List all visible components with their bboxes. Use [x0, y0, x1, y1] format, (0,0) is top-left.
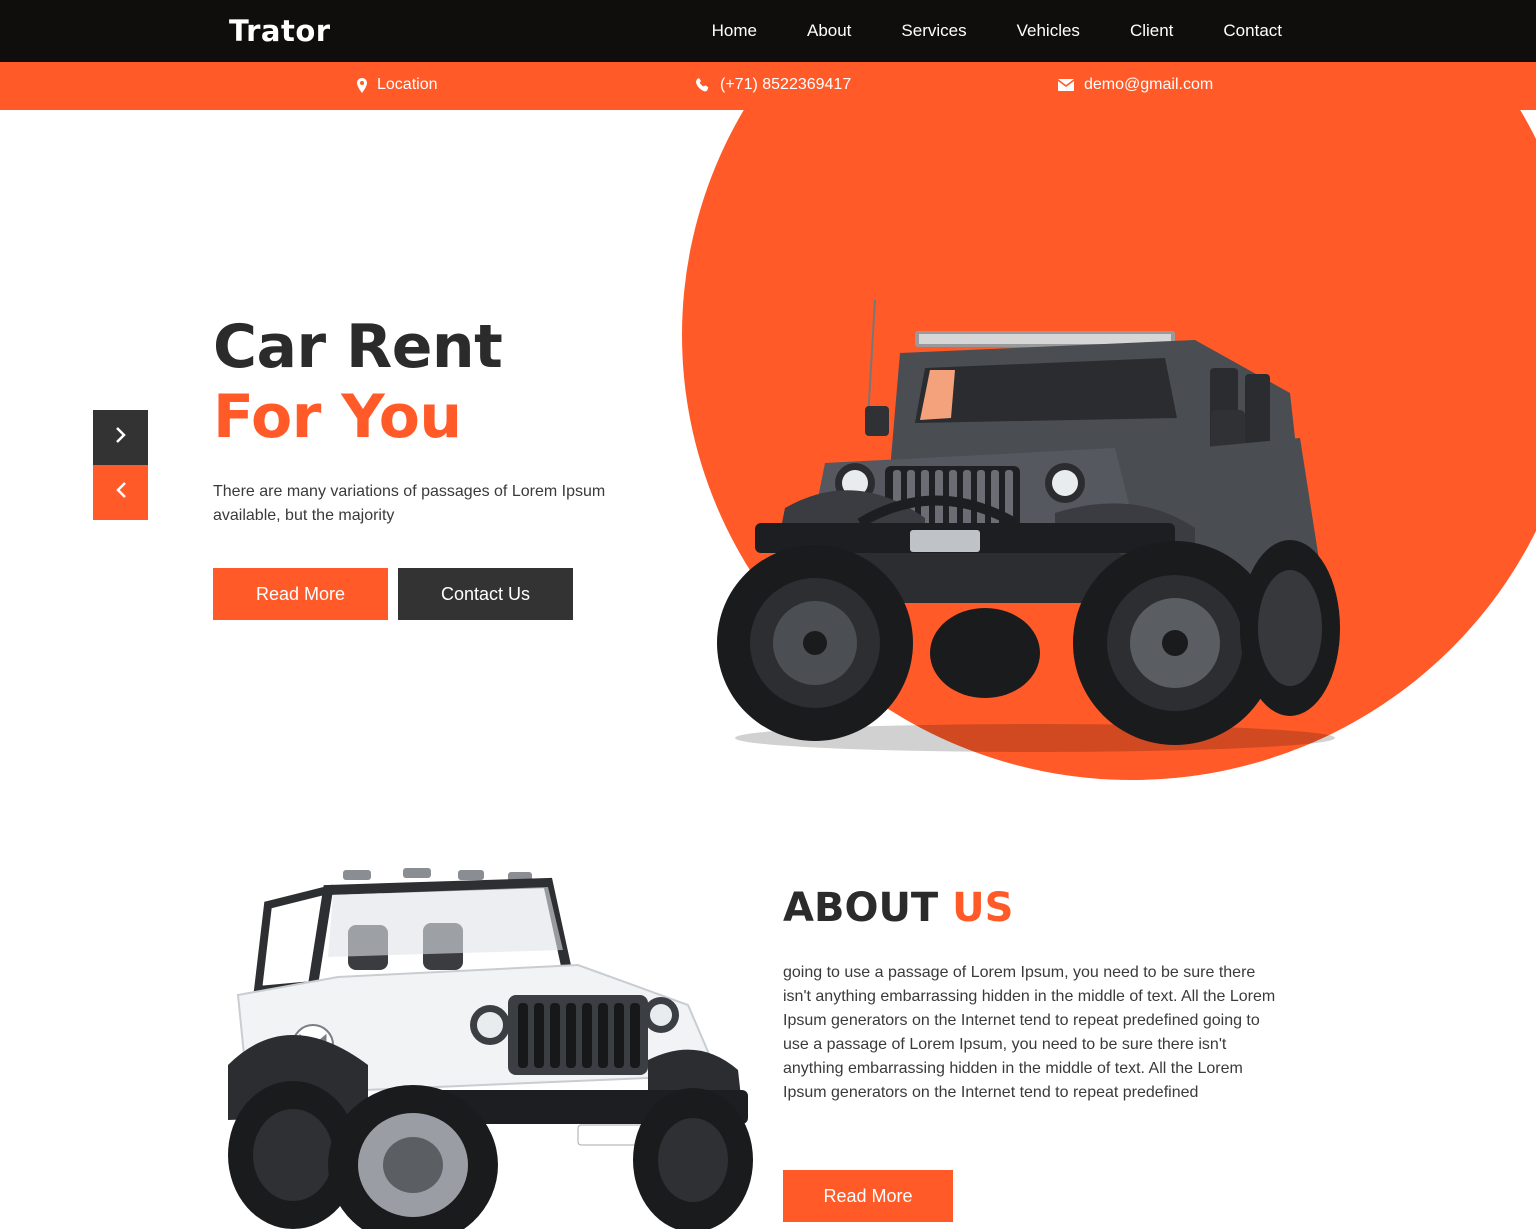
slider-prev-button[interactable] [93, 465, 148, 520]
phone-icon [696, 78, 710, 92]
about-car-image [228, 868, 753, 1229]
chevron-right-icon [115, 426, 127, 449]
nav-home[interactable]: Home [712, 21, 757, 41]
nav-contact[interactable]: Contact [1223, 21, 1282, 41]
email-info[interactable]: demo@gmail.com [1058, 76, 1213, 94]
nav-client[interactable]: Client [1130, 21, 1173, 41]
nav-about[interactable]: About [807, 21, 851, 41]
map-marker-icon [357, 77, 367, 93]
about-description: going to use a passage of Lorem Ipsum, y… [783, 964, 1276, 1101]
hero-contact-us-button[interactable]: Contact Us [398, 568, 573, 620]
about-read-more-button[interactable]: Read More [783, 1170, 953, 1222]
site-header: Trator Home About Services Vehicles Clie… [0, 0, 1536, 62]
about-title: ABOUT US [783, 885, 1013, 931]
hero-title-line1: Car Rent [213, 312, 503, 382]
location-info[interactable]: Location [357, 76, 438, 94]
location-text: Location [377, 76, 438, 93]
logo[interactable]: Trator [229, 14, 331, 48]
hero-read-more-button[interactable]: Read More [213, 568, 388, 620]
main-nav: Home About Services Vehicles Client Cont… [712, 21, 1282, 41]
phone-info[interactable]: (+71) 8522369417 [696, 76, 851, 94]
hero-car-image [717, 299, 1340, 752]
nav-vehicles[interactable]: Vehicles [1017, 21, 1080, 41]
envelope-icon [1058, 79, 1074, 91]
nav-services[interactable]: Services [901, 21, 966, 41]
phone-text: (+71) 8522369417 [720, 76, 852, 93]
chevron-left-icon [115, 481, 127, 504]
about-title-accent: US [952, 885, 1014, 931]
about-title-main: ABOUT [783, 885, 939, 931]
slider-next-button[interactable] [93, 410, 148, 465]
contact-info-bar: Location (+71) 8522369417 demo@gmail.com [0, 62, 1536, 110]
hero-description: There are many variations of passages of… [213, 483, 606, 524]
email-text: demo@gmail.com [1084, 76, 1214, 93]
hero-title-line2: For You [213, 382, 462, 452]
